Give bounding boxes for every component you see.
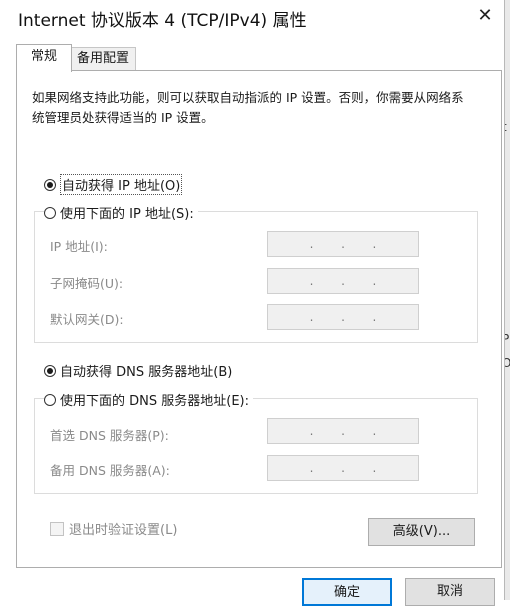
tab-general[interactable]: 常规 (16, 44, 72, 72)
description-text: 如果网络支持此功能，则可以获取自动指派的 IP 设置。否则，你需要从网络系统管理… (32, 90, 464, 125)
tcpip-properties-dialog: Internet 协议版本 4 (TCP/IPv4) 属性 ✕ 常规 备用配置 … (0, 0, 505, 606)
radio-checked-icon (44, 178, 56, 191)
manual-dns-label: 使用下面的 DNS 服务器地址(E): (60, 394, 249, 409)
dialog-title: Internet 协议版本 4 (TCP/IPv4) 属性 (18, 11, 307, 31)
ip-address-label: IP 地址(I): (50, 239, 108, 254)
alternate-dns-label: 备用 DNS 服务器(A): (50, 463, 170, 478)
checkbox-icon (50, 521, 64, 536)
cancel-button[interactable]: 取消 (405, 578, 495, 606)
radio-unchecked-icon (44, 393, 56, 406)
auto-dns-radio[interactable]: 自动获得 DNS 服务器地址(B) (44, 361, 232, 380)
radio-checked-icon (44, 364, 56, 377)
manual-dns-radio[interactable]: 使用下面的 DNS 服务器地址(E): (44, 390, 253, 409)
subnet-mask-field: ... (267, 268, 419, 294)
subnet-mask-label: 子网掩码(U): (50, 276, 124, 291)
preferred-dns-label: 首选 DNS 服务器(P): (50, 428, 169, 443)
default-gateway-field: ... (267, 304, 419, 330)
close-icon[interactable]: ✕ (474, 4, 496, 28)
advanced-button[interactable]: 高级(V)... (368, 518, 475, 546)
auto-ip-radio[interactable]: 自动获得 IP 地址(O) (44, 174, 183, 195)
preferred-dns-field: ... (267, 418, 419, 444)
ip-address-field: ... (267, 231, 419, 257)
manual-ip-label: 使用下面的 IP 地址(S): (60, 207, 194, 222)
radio-unchecked-icon (44, 206, 56, 219)
validate-on-exit-label: 退出时验证设置(L) (69, 523, 178, 538)
validate-on-exit-checkbox: 退出时验证设置(L) (50, 519, 177, 538)
tab-alternate-config[interactable]: 备用配置 (70, 47, 136, 70)
auto-ip-label: 自动获得 IP 地址(O) (60, 174, 183, 195)
alternate-dns-field: ... (267, 455, 419, 481)
manual-ip-radio[interactable]: 使用下面的 IP 地址(S): (44, 203, 198, 222)
ok-button[interactable]: 确定 (302, 578, 392, 606)
default-gateway-label: 默认网关(D): (50, 312, 124, 327)
auto-dns-label: 自动获得 DNS 服务器地址(B) (60, 365, 233, 380)
